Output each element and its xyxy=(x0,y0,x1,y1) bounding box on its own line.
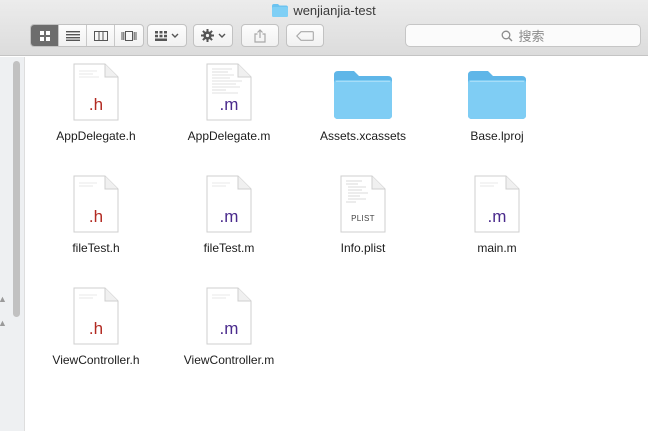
file-item[interactable]: .h AppDelegate.h xyxy=(36,63,156,143)
file-name: main.m xyxy=(477,241,517,255)
file-name: fileTest.h xyxy=(72,241,120,255)
chevron-down-icon xyxy=(171,33,179,38)
tag-icon xyxy=(296,30,314,41)
arrange-button[interactable] xyxy=(147,24,187,47)
file-item[interactable]: .h fileTest.h xyxy=(36,175,156,255)
collapse-up-icon[interactable]: ▲ xyxy=(0,295,7,304)
file-extension: .m xyxy=(219,319,239,338)
icon-view-button[interactable] xyxy=(31,25,59,46)
folder-item[interactable]: Base.lproj xyxy=(437,63,557,143)
header-file-icon: .h xyxy=(73,287,119,345)
file-name: AppDelegate.m xyxy=(187,129,271,143)
file-item[interactable]: PLIST Info.plist xyxy=(303,175,423,255)
file-extension: PLIST xyxy=(351,214,375,223)
collapse-up-icon[interactable]: ▲ xyxy=(0,319,7,328)
folder-icon xyxy=(272,4,289,20)
arrange-icon xyxy=(155,30,167,41)
grid-icon xyxy=(39,30,50,41)
file-extension: .h xyxy=(88,207,104,226)
search-icon xyxy=(502,30,513,41)
chevron-down-icon xyxy=(218,33,225,38)
search-placeholder: 搜索 xyxy=(518,29,545,44)
share-button[interactable] xyxy=(241,24,279,47)
list-view-button[interactable] xyxy=(59,25,87,46)
file-name: Base.lproj xyxy=(470,129,524,143)
window-title: wenjianjia-test xyxy=(0,3,648,20)
folder-icon xyxy=(334,71,392,119)
header-file-icon: .h xyxy=(73,175,119,233)
file-name: Assets.xcassets xyxy=(319,129,407,143)
cover-flow-view-button[interactable] xyxy=(115,25,143,46)
file-extension: .m xyxy=(487,207,507,226)
file-item[interactable]: .m ViewController.m xyxy=(169,287,289,367)
column-view-button[interactable] xyxy=(87,25,115,46)
file-extension: .h xyxy=(88,319,104,338)
file-item[interactable]: .m AppDelegate.m xyxy=(169,63,289,143)
sidebar-edge: ▲ ▲ xyxy=(0,57,25,431)
scrollbar-thumb[interactable] xyxy=(13,61,20,317)
action-button[interactable] xyxy=(193,24,233,47)
list-icon xyxy=(65,30,80,41)
file-item[interactable]: .h ViewController.h xyxy=(36,287,156,367)
file-extension: .m xyxy=(219,95,239,114)
implementation-file-icon: .m xyxy=(206,63,252,121)
tags-button[interactable] xyxy=(286,24,324,47)
gear-icon xyxy=(200,29,214,42)
cover-flow-icon xyxy=(121,30,137,41)
file-name: ViewController.m xyxy=(183,353,275,367)
file-item[interactable]: .m fileTest.m xyxy=(169,175,289,255)
file-extension: .h xyxy=(88,95,104,114)
view-mode-control xyxy=(30,24,144,47)
file-name: Info.plist xyxy=(340,241,386,255)
implementation-file-icon: .m xyxy=(206,287,252,345)
header-file-icon: .h xyxy=(73,63,119,121)
implementation-file-icon: .m xyxy=(474,175,520,233)
toolbar: wenjianjia-test 搜索 xyxy=(0,0,648,56)
finder-window: wenjianjia-test 搜索 ▲ ▲ .h AppDelegate.h … xyxy=(0,0,648,431)
implementation-file-icon: .m xyxy=(206,175,252,233)
file-extension: .m xyxy=(219,207,239,226)
file-name: fileTest.m xyxy=(203,241,255,255)
file-item[interactable]: .m main.m xyxy=(437,175,557,255)
file-name: ViewController.h xyxy=(52,353,140,367)
folder-icon xyxy=(468,71,526,119)
plist-file-icon: PLIST xyxy=(340,175,386,233)
share-icon xyxy=(254,28,266,43)
folder-item[interactable]: Assets.xcassets xyxy=(303,63,423,143)
columns-icon xyxy=(93,30,108,41)
search-field[interactable]: 搜索 xyxy=(405,24,641,47)
file-name: AppDelegate.h xyxy=(56,129,136,143)
window-title-text: wenjianjia-test xyxy=(293,3,376,18)
